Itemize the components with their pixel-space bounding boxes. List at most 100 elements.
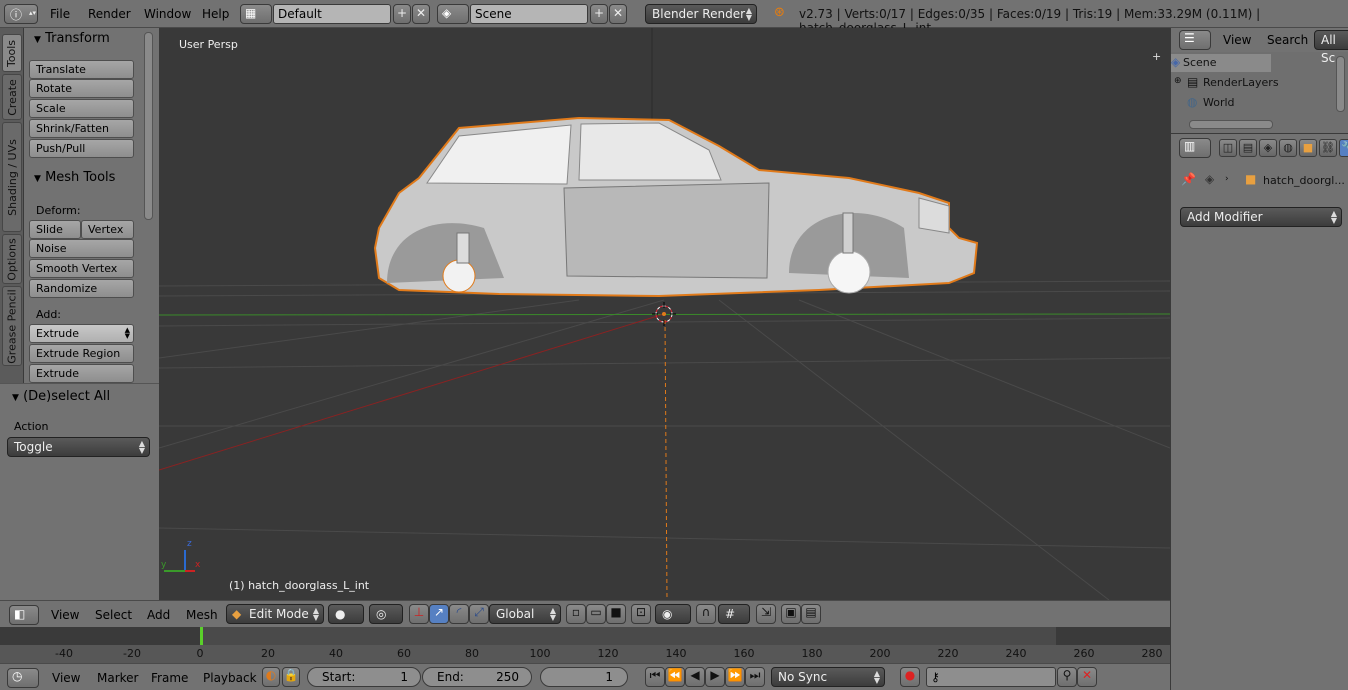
display-mode-dropdown[interactable]: All Sc: [1314, 30, 1348, 65]
outliner-hscrollbar[interactable]: [1189, 120, 1273, 129]
face-select-icon[interactable]: ■: [606, 604, 626, 624]
constraints-tab-icon[interactable]: ⛓: [1319, 139, 1337, 157]
menu-playback[interactable]: Playback: [203, 671, 257, 685]
editor-type-button[interactable]: ▥: [1179, 138, 1211, 158]
scene-tab-icon[interactable]: ◈: [1259, 139, 1277, 157]
magnet-icon[interactable]: ∩: [696, 604, 716, 624]
rotate-button[interactable]: Rotate: [29, 79, 134, 98]
lock-range-icon[interactable]: 🔒: [282, 667, 300, 687]
operator-panel-header[interactable]: ▼ (De)select All: [0, 387, 135, 407]
add-scene-icon[interactable]: +: [590, 4, 608, 24]
menu-marker[interactable]: Marker: [97, 671, 138, 685]
menu-view[interactable]: View: [1223, 33, 1251, 47]
editor-type-button[interactable]: ⓘ ▴▾: [4, 4, 38, 24]
add-layout-icon[interactable]: +: [393, 4, 411, 24]
prev-keyframe-icon[interactable]: ⏪: [665, 667, 685, 687]
editor-type-button[interactable]: ☰: [1179, 30, 1211, 50]
world-tab-icon[interactable]: ◍: [1279, 139, 1297, 157]
outliner-row-scene[interactable]: ◈ Scene: [1171, 54, 1271, 72]
translate-button[interactable]: Translate: [29, 60, 134, 79]
translate-manipulator-icon[interactable]: ↗: [429, 604, 449, 624]
preview-range-icon[interactable]: ◐: [262, 667, 280, 687]
tab-tools[interactable]: Tools: [2, 34, 22, 72]
menu-render[interactable]: Render: [88, 7, 131, 21]
pivot-dropdown[interactable]: ◎: [369, 604, 403, 624]
orientation-dropdown[interactable]: Global ▲ ▼: [489, 604, 561, 624]
extrude-region-button[interactable]: Extrude Region: [29, 344, 134, 363]
slide-vertex-button[interactable]: Vertex: [81, 220, 134, 239]
sync-dropdown[interactable]: No Sync ▲ ▼: [771, 667, 885, 687]
toolshelf-scrollbar[interactable]: [144, 32, 153, 220]
current-frame-field[interactable]: 1: [540, 667, 628, 687]
tab-create[interactable]: Create: [2, 74, 22, 120]
mesh-tools-panel-header[interactable]: ▼ Mesh Tools: [24, 168, 159, 188]
tab-options[interactable]: Options: [2, 234, 22, 284]
play-reverse-icon[interactable]: ◀: [685, 667, 705, 687]
keying-set-field[interactable]: ⚷: [926, 667, 1056, 687]
snap-element-dropdown[interactable]: #: [718, 604, 750, 624]
snap-target-icon[interactable]: ⇲: [756, 604, 776, 624]
scene-name-field[interactable]: Scene: [470, 4, 588, 24]
shading-dropdown[interactable]: ●: [328, 604, 364, 624]
close-scene-icon[interactable]: ✕: [609, 4, 627, 24]
renderlayers-tab-icon[interactable]: ▤: [1239, 139, 1257, 157]
3d-viewport[interactable]: User Persp (1) hatch_doorglass_L_int z x…: [159, 28, 1170, 600]
menu-view[interactable]: View: [52, 671, 80, 685]
render-still-icon[interactable]: ▣: [781, 604, 801, 624]
push-pull-button[interactable]: Push/Pull: [29, 139, 134, 158]
properties-toggle-icon[interactable]: +: [1152, 50, 1161, 63]
randomize-button[interactable]: Randomize: [29, 279, 134, 298]
current-frame-marker[interactable]: [200, 627, 203, 645]
add-modifier-dropdown[interactable]: Add Modifier ▲ ▼: [1180, 207, 1342, 227]
scale-manipulator-icon[interactable]: ⤢: [469, 604, 489, 624]
object-tab-icon[interactable]: ■: [1299, 139, 1317, 157]
render-tab-icon[interactable]: ◫: [1219, 139, 1237, 157]
play-icon[interactable]: ▶: [705, 667, 725, 687]
menu-view[interactable]: View: [51, 608, 79, 622]
menu-help[interactable]: Help: [202, 7, 229, 21]
scene-browse-button[interactable]: ◈: [437, 4, 469, 24]
close-layout-icon[interactable]: ✕: [412, 4, 430, 24]
menu-mesh[interactable]: Mesh: [186, 608, 218, 622]
end-frame-field[interactable]: End: 250: [422, 667, 532, 687]
rotate-manipulator-icon[interactable]: ◜: [449, 604, 469, 624]
jump-start-icon[interactable]: ⏮: [645, 667, 665, 687]
transform-panel-header[interactable]: ▼ Transform: [24, 29, 159, 49]
start-frame-field[interactable]: Start: 1: [307, 667, 421, 687]
delete-keyframe-icon[interactable]: ✕: [1077, 667, 1097, 687]
pin-icon[interactable]: 📌: [1181, 172, 1196, 186]
jump-end-icon[interactable]: ⏭: [745, 667, 765, 687]
extrude-dropdown[interactable]: Extrude ▲ ▼: [29, 324, 134, 343]
menu-select[interactable]: Select: [95, 608, 132, 622]
menu-file[interactable]: File: [50, 7, 70, 21]
editor-type-button[interactable]: ◧: [9, 605, 39, 625]
layout-name-field[interactable]: Default: [273, 4, 391, 24]
outliner-row-world[interactable]: ◍ World: [1171, 94, 1348, 112]
smooth-vertex-button[interactable]: Smooth Vertex: [29, 259, 134, 278]
vertex-select-icon[interactable]: ▫: [566, 604, 586, 624]
menu-add[interactable]: Add: [147, 608, 170, 622]
slide-edge-button[interactable]: Slide Ed: [29, 220, 81, 253]
render-animation-icon[interactable]: ▤: [801, 604, 821, 624]
modifiers-tab-icon[interactable]: 🔧: [1339, 139, 1348, 157]
noise-button[interactable]: Noise: [29, 239, 134, 258]
menu-search[interactable]: Search: [1267, 33, 1308, 47]
mode-dropdown[interactable]: ◆ Edit Mode ▲ ▼: [226, 604, 324, 624]
next-keyframe-icon[interactable]: ⏩: [725, 667, 745, 687]
extrude-individual-button[interactable]: Extrude Individual: [29, 364, 134, 397]
tab-grease-pencil[interactable]: Grease Pencil: [2, 286, 22, 366]
menu-frame[interactable]: Frame: [151, 671, 188, 685]
editor-type-button[interactable]: ◷: [7, 668, 39, 688]
insert-keyframe-icon[interactable]: ⚲: [1057, 667, 1077, 687]
record-icon[interactable]: ●: [900, 667, 920, 687]
manipulator-toggle-icon[interactable]: ⊥: [409, 604, 429, 624]
menu-window[interactable]: Window: [144, 7, 191, 21]
edge-select-icon[interactable]: ▭: [586, 604, 606, 624]
timeline-area[interactable]: -40 -20 0 20 40 60 80 100 120 140 160 180 200 220 240 2…: [0, 627, 1170, 663]
proportional-edit-dropdown[interactable]: ◉: [655, 604, 691, 624]
limit-selection-icon[interactable]: ⊡: [631, 604, 651, 624]
render-engine-dropdown[interactable]: Blender Render ▲ ▼: [645, 4, 757, 24]
layout-browse-button[interactable]: ▦: [240, 4, 272, 24]
scale-button[interactable]: Scale: [29, 99, 134, 118]
shrink-fatten-button[interactable]: Shrink/Fatten: [29, 119, 134, 138]
